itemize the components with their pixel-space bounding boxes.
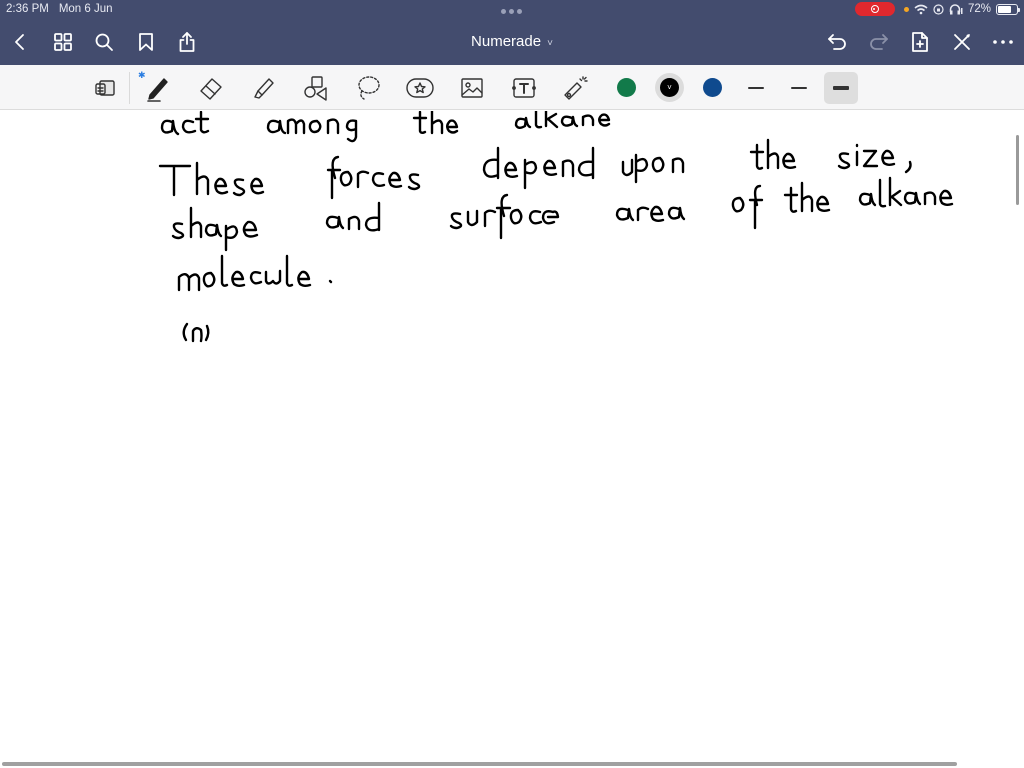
image-tool[interactable] bbox=[457, 73, 487, 103]
status-time: 2:36 PM Mon 6 Jun bbox=[6, 3, 113, 15]
sticker-tool[interactable] bbox=[405, 73, 435, 103]
read-mode-icon bbox=[95, 80, 115, 96]
add-page-button[interactable] bbox=[908, 30, 932, 54]
pen-tool[interactable] bbox=[143, 73, 173, 103]
screen-recording-indicator[interactable] bbox=[854, 2, 895, 16]
vertical-scrollbar[interactable] bbox=[1016, 135, 1019, 205]
record-icon bbox=[870, 5, 879, 13]
handwritten-line-1: act among the alkane molecules. bbox=[160, 116, 177, 117]
laser-pointer-icon bbox=[564, 76, 588, 100]
stroke-thick[interactable] bbox=[824, 72, 858, 104]
ink-line-2 bbox=[158, 138, 912, 200]
headphones-icon bbox=[949, 3, 963, 14]
eraser-icon bbox=[200, 78, 222, 100]
handwritten-line-3: shape and surface area of the alkane bbox=[170, 206, 189, 207]
orientation-lock-icon bbox=[933, 3, 944, 15]
color-black-selected[interactable]: ˅ bbox=[655, 73, 684, 102]
note-canvas[interactable]: act among the alkane molecules. These fo… bbox=[0, 111, 1024, 768]
ink-line-3 bbox=[171, 176, 954, 252]
handwritten-line-5: (ii) bbox=[182, 323, 183, 324]
bluetooth-icon: ✱ bbox=[138, 70, 146, 80]
sticker-icon bbox=[406, 78, 434, 98]
shapes-icon bbox=[304, 76, 327, 101]
close-pen-mode-button[interactable] bbox=[950, 30, 974, 54]
drawing-toolbar bbox=[0, 65, 1024, 110]
top-bar: 2:36 PM Mon 6 Jun 72% Numerade ˅ bbox=[0, 0, 1024, 65]
thin-line-icon bbox=[748, 87, 764, 89]
mic-in-use-dot bbox=[903, 6, 909, 12]
handwritten-line-4: molecule. bbox=[178, 261, 183, 262]
chevron-down-icon: ˅ bbox=[660, 78, 679, 97]
text-icon bbox=[512, 78, 536, 98]
ink-line-5 bbox=[182, 322, 210, 343]
wifi-icon bbox=[914, 4, 928, 14]
status-indicators: 72% bbox=[854, 2, 1020, 16]
eraser-tool[interactable] bbox=[196, 73, 226, 103]
image-icon bbox=[461, 78, 483, 98]
highlighter-tool[interactable] bbox=[248, 73, 278, 103]
more-button[interactable] bbox=[991, 30, 1015, 54]
document-title-text: Numerade bbox=[471, 33, 542, 50]
stroke-medium[interactable] bbox=[782, 72, 816, 104]
ink-line-1 bbox=[160, 111, 611, 143]
multitasking-dots-icon[interactable] bbox=[501, 9, 522, 14]
battery-icon bbox=[996, 3, 1020, 15]
laser-pointer-tool[interactable] bbox=[561, 73, 591, 103]
undo-button[interactable] bbox=[825, 30, 849, 54]
color-green[interactable] bbox=[617, 78, 636, 97]
medium-line-icon bbox=[791, 86, 807, 90]
battery-percent: 72% bbox=[967, 3, 991, 15]
ink-line-4 bbox=[177, 254, 333, 292]
horizontal-scrollbar[interactable] bbox=[2, 762, 957, 766]
lasso-icon bbox=[358, 76, 380, 100]
title-chevron-icon: ˅ bbox=[547, 38, 553, 49]
undo-icon bbox=[828, 34, 846, 50]
thick-line-icon bbox=[833, 86, 849, 90]
highlighter-icon bbox=[254, 78, 274, 99]
color-blue[interactable] bbox=[703, 78, 722, 97]
stroke-thin[interactable] bbox=[739, 72, 773, 104]
handwriting-ink bbox=[158, 111, 954, 343]
shapes-tool[interactable] bbox=[300, 73, 330, 103]
add-page-icon bbox=[912, 32, 928, 52]
status-clock: 2:36 PM bbox=[6, 3, 49, 15]
toolbar-divider bbox=[129, 72, 130, 104]
text-tool[interactable] bbox=[509, 73, 539, 103]
battery-fill bbox=[998, 5, 1011, 13]
more-icon bbox=[993, 40, 1013, 44]
lasso-tool[interactable] bbox=[353, 73, 383, 103]
status-date: Mon 6 Jun bbox=[58, 3, 113, 15]
pen-icon bbox=[147, 78, 168, 102]
close-pen-icon bbox=[954, 34, 970, 50]
redo-icon bbox=[870, 34, 888, 50]
read-mode-tool[interactable] bbox=[90, 73, 120, 103]
redo-button[interactable] bbox=[867, 30, 891, 54]
handwritten-line-2: These forces depend upon the size, bbox=[160, 161, 178, 162]
